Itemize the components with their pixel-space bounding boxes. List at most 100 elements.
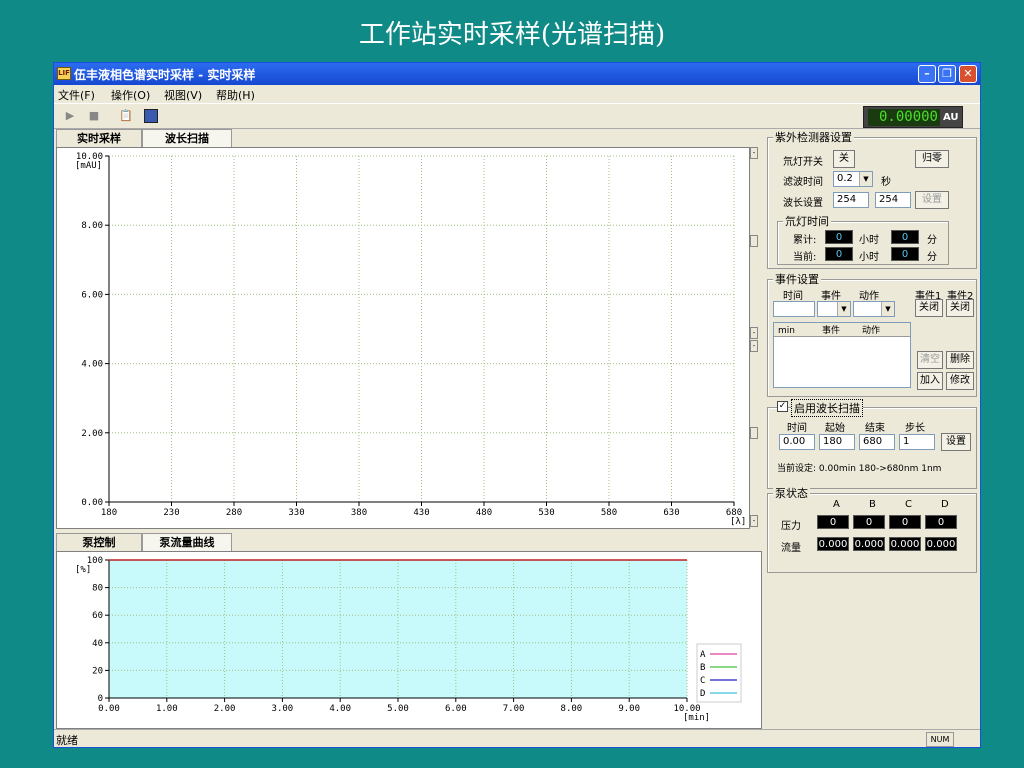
scan-time-field[interactable]: 0.00	[779, 434, 815, 450]
filter-label: 滤波时间	[783, 177, 823, 188]
scroll-mid-icon[interactable]: -	[750, 327, 758, 339]
event-select[interactable]: ▼	[817, 301, 851, 317]
uv-detector-title: 紫外检测器设置	[773, 129, 854, 145]
lamp-current-hours: 0	[825, 247, 853, 261]
menu-bar: 文件(F) 操作(O) 视图(V) 帮助(H)	[54, 85, 980, 103]
x-tick-label: 530	[538, 508, 554, 518]
scroll-thumb2[interactable]	[750, 427, 758, 439]
list-header-event: 事件	[822, 326, 841, 336]
y-tick-label: 2.00	[81, 429, 103, 439]
x-tick-label: 380	[351, 508, 367, 518]
pump-channel-a: A	[833, 499, 840, 510]
menu-view[interactable]: 视图(V)	[164, 87, 202, 103]
delete-button[interactable]: 删除	[946, 351, 974, 369]
au-value: 0.00000	[868, 109, 940, 126]
menu-help[interactable]: 帮助(H)	[216, 87, 255, 103]
clear-button[interactable]: 清空	[917, 351, 943, 369]
list-header-action: 动作	[862, 326, 881, 336]
event-list[interactable]: min 事件 动作	[773, 322, 911, 388]
close-icon[interactable]: ✕	[959, 65, 977, 83]
spectrum-chart: 180 230 280 330 380 430 480 530 580 630 68010.008.…	[75, 152, 746, 527]
scroll-up-icon[interactable]: -	[750, 147, 758, 159]
au-display: 0.00000 AU	[863, 106, 963, 128]
tab-pump-control[interactable]: 泵控制	[56, 533, 142, 551]
x-tick-label: 480	[476, 508, 492, 518]
tab-pump-flow-curve[interactable]: 泵流量曲线	[142, 533, 232, 551]
filter-select[interactable]: 0.2 ▼	[833, 171, 873, 187]
spectrum-scrollbar[interactable]: - - - -	[750, 147, 758, 529]
monitor-icon[interactable]	[144, 109, 158, 123]
scan-header-time: 时间	[787, 423, 807, 434]
y-axis-label: [%]	[75, 565, 91, 575]
zero-button[interactable]: 归零	[915, 150, 949, 168]
x-tick-label: 6.00	[445, 704, 467, 714]
chevron-down-icon[interactable]: ▼	[859, 172, 872, 186]
pressure-label: 压力	[781, 521, 801, 532]
pump-chart-area: 0.00 1.00 2.00 3.00 4.00 5.00 6.00 7.00 8.00 9.00…	[56, 551, 762, 729]
legend-label-d: D	[700, 689, 705, 699]
scan-end-field[interactable]: 680	[859, 434, 895, 450]
pressure-b: 0	[853, 515, 885, 529]
status-text: 就绪	[56, 734, 78, 747]
pump-channel-c: C	[905, 499, 912, 510]
chevron-down-icon[interactable]: ▼	[837, 302, 850, 316]
modify-button[interactable]: 修改	[946, 372, 974, 390]
y-axis-label: [mAU]	[75, 161, 102, 171]
scan-step-field[interactable]: 1	[899, 434, 935, 450]
x-tick-label: 8.00	[561, 704, 583, 714]
spectrum-chart-area: 180 230 280 330 380 430 480 530 580 630 680 10.00 8.…	[56, 147, 750, 529]
filter-value: 0.2	[837, 173, 853, 184]
list-header-min: min	[778, 326, 795, 336]
event-time-input[interactable]	[773, 301, 815, 317]
event1-button[interactable]: 关闭	[915, 299, 943, 317]
scan-start-field[interactable]: 180	[819, 434, 855, 450]
scan-set-button[interactable]: 设置	[941, 433, 971, 451]
pump-channel-b: B	[869, 499, 876, 510]
lamp-current-label: 当前:	[793, 252, 817, 263]
chevron-down-icon[interactable]: ▼	[881, 302, 894, 316]
scroll-down-icon[interactable]: -	[750, 515, 758, 527]
enable-scan-checkbox[interactable]: ✓	[777, 401, 788, 412]
lamp-total-hours: 0	[825, 230, 853, 244]
pressure-c: 0	[889, 515, 921, 529]
wavelength-set-button[interactable]: 设置	[915, 191, 949, 209]
wavelength-field-1[interactable]: 254	[833, 192, 869, 208]
legend-label-a: A	[700, 650, 706, 660]
flow-label: 流量	[781, 543, 801, 554]
y-tick-label: 80	[92, 584, 103, 594]
clipboard-icon[interactable]: 📋	[118, 108, 134, 124]
tab-wavelength-scan[interactable]: 波长扫描	[142, 129, 232, 147]
wavelength-field-2[interactable]: 254	[875, 192, 911, 208]
restore-icon[interactable]: ❐	[938, 65, 956, 83]
action-select[interactable]: ▼	[853, 301, 895, 317]
x-tick-label: 280	[226, 508, 242, 518]
scroll-mid2-icon[interactable]: -	[750, 340, 758, 352]
pressure-d: 0	[925, 515, 957, 529]
event2-button[interactable]: 关闭	[946, 299, 974, 317]
tab-realtime[interactable]: 实时采样	[56, 129, 142, 147]
menu-file[interactable]: 文件(F)	[58, 87, 95, 103]
scroll-thumb[interactable]	[750, 235, 758, 247]
y-tick-label: 20	[92, 666, 103, 676]
flow-b: 0.000	[853, 537, 885, 551]
lamp-total-minutes: 0	[891, 230, 919, 244]
flow-a: 0.000	[817, 537, 849, 551]
play-icon[interactable]: ▶	[62, 108, 78, 124]
y-tick-label: 60	[92, 611, 103, 621]
toolbar: ▶ ■ 📋 0.00000 AU	[54, 103, 980, 129]
minimize-icon[interactable]: –	[918, 65, 936, 83]
x-axis-label: [min]	[683, 713, 710, 723]
menu-operate[interactable]: 操作(O)	[111, 87, 150, 103]
y-tick-label: 0.00	[81, 498, 103, 508]
add-button[interactable]: 加入	[917, 372, 943, 390]
legend-label-c: C	[700, 676, 705, 686]
lamp-switch-button[interactable]: 关	[833, 150, 855, 168]
stop-icon[interactable]: ■	[86, 108, 102, 124]
x-tick-label: 7.00	[503, 704, 525, 714]
events-header-time: 时间	[783, 291, 803, 302]
x-tick-label: 330	[288, 508, 304, 518]
scan-header-end: 结束	[865, 423, 885, 434]
filter-unit: 秒	[881, 177, 891, 188]
flow-c: 0.000	[889, 537, 921, 551]
x-tick-label: 430	[413, 508, 429, 518]
